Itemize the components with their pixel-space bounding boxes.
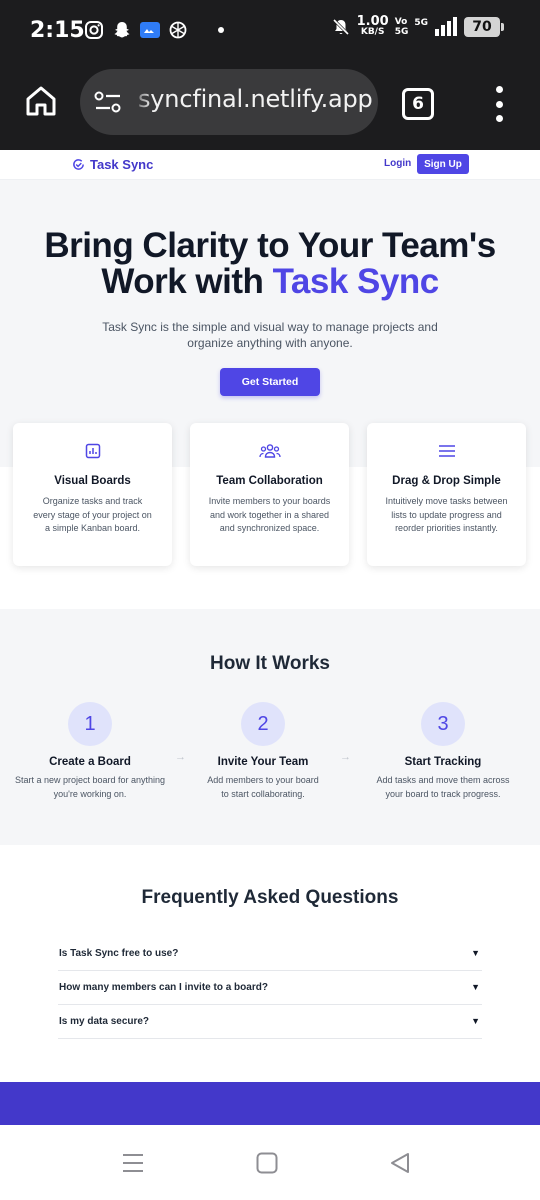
network-type: 5G [414,18,428,28]
volte-indicator: Vo 5G [394,17,409,37]
how-it-works-title: How It Works [210,653,330,674]
back-icon[interactable] [388,1151,412,1175]
feature-desc: Invite members to your boards and work t… [208,496,331,533]
status-time: 2:15 [30,18,85,43]
step-start-tracking: 3 Start Tracking Add tasks and move them… [363,702,523,801]
feature-title: Visual Boards [54,475,131,487]
feature-title: Team Collaboration [216,475,323,487]
faq-item[interactable]: Is Task Sync free to use? ▼ [58,937,482,971]
cta-footer-band [0,1082,540,1125]
how-it-works-section: How It Works 1 Create a Board Start a ne… [0,609,540,845]
browser-toolbar: syncfinal.netlify.app 6 [0,62,540,150]
faq-item[interactable]: How many members can I invite to a board… [58,971,482,1005]
web-page: Task Sync Login Sign Up Bring Clarity to… [0,150,540,1125]
openai-icon [169,21,187,39]
step-desc: Add members to your board to start colla… [207,775,319,799]
get-started-button[interactable]: Get Started [220,368,320,396]
faq-item[interactable]: Is my data secure? ▼ [58,1005,482,1039]
notification-icons [84,20,224,40]
more-notifications-dot [218,27,224,33]
browser-menu-icon[interactable] [494,86,504,122]
step-desc: Start a new project board for anything y… [14,775,166,799]
site-navbar: Task Sync Login Sign Up [0,150,540,180]
board-icon [85,443,100,459]
url-text: syncfinal.netlify.app [138,85,373,113]
chevron-down-icon: ▼ [471,948,480,958]
mute-icon [332,18,349,36]
status-bar: 2:15 1.00 KB/S Vo 5G 5G 70 [0,0,540,62]
step-invite-team: 2 Invite Your Team Add members to your b… [183,702,343,801]
brand-name: Task Sync [90,157,154,172]
faq-question: Is Task Sync free to use? [59,948,179,959]
brand-logo[interactable]: Task Sync [72,157,153,172]
chevron-down-icon: ▼ [471,1016,480,1026]
faq-question: How many members can I invite to a board… [59,982,268,993]
hero-title-accent: Task Sync [272,262,440,301]
system-icons: 1.00 KB/S Vo 5G 5G 70 [331,14,504,38]
feature-card-team-collaboration: Team Collaboration Invite members to you… [190,423,349,566]
signal-icon [435,17,457,36]
feature-card-visual-boards: Visual Boards Organize tasks and track e… [13,423,172,566]
step-title: Invite Your Team [217,756,309,768]
site-settings-icon[interactable] [94,89,122,115]
login-link[interactable]: Login [384,158,411,169]
url-fade [130,69,152,135]
recent-apps-icon[interactable] [121,1151,145,1175]
hero-title: Bring Clarity to Your Team's Work with T… [44,226,496,301]
feature-desc: Intuitively move tasks between lists to … [385,496,508,533]
home-nav-icon[interactable] [255,1151,279,1175]
step-number: 3 [421,702,465,746]
step-number: 1 [68,702,112,746]
feature-title: Drag & Drop Simple [392,475,501,487]
feature-card-drag-drop: Drag & Drop Simple Intuitively move task… [367,423,526,566]
battery-indicator: 70 [464,17,504,37]
home-icon[interactable] [24,84,58,118]
snapchat-icon [114,22,130,38]
address-bar[interactable]: syncfinal.netlify.app [80,69,378,135]
faq-title: Frequently Asked Questions [141,887,399,908]
signup-button[interactable]: Sign Up [417,154,469,174]
faq-question: Is my data secure? [59,1016,150,1027]
faq-section: Frequently Asked Questions Is Task Sync … [0,845,540,1082]
system-navigation-bar [0,1125,540,1200]
step-number: 2 [241,702,285,746]
instagram-icon [85,21,103,39]
arrow-right-icon: → [340,751,351,763]
tab-switcher-button[interactable]: 6 [402,88,434,120]
sync-check-icon [73,159,84,170]
network-speed: 1.00 KB/S [356,14,389,37]
menu-lines-icon [438,445,455,457]
step-title: Start Tracking [404,756,482,768]
hero-subtitle: Task Sync is the simple and visual way t… [102,320,438,350]
step-create-board: 1 Create a Board Start a new project boa… [10,702,170,801]
step-title: Create a Board [49,756,131,768]
features-row: Visual Boards Organize tasks and track e… [13,423,527,566]
chevron-down-icon: ▼ [471,982,480,992]
step-desc: Add tasks and move them across your boar… [376,775,510,799]
app-notification-icon [140,22,160,38]
team-icon [258,444,281,458]
feature-desc: Organize tasks and track every stage of … [33,496,152,533]
